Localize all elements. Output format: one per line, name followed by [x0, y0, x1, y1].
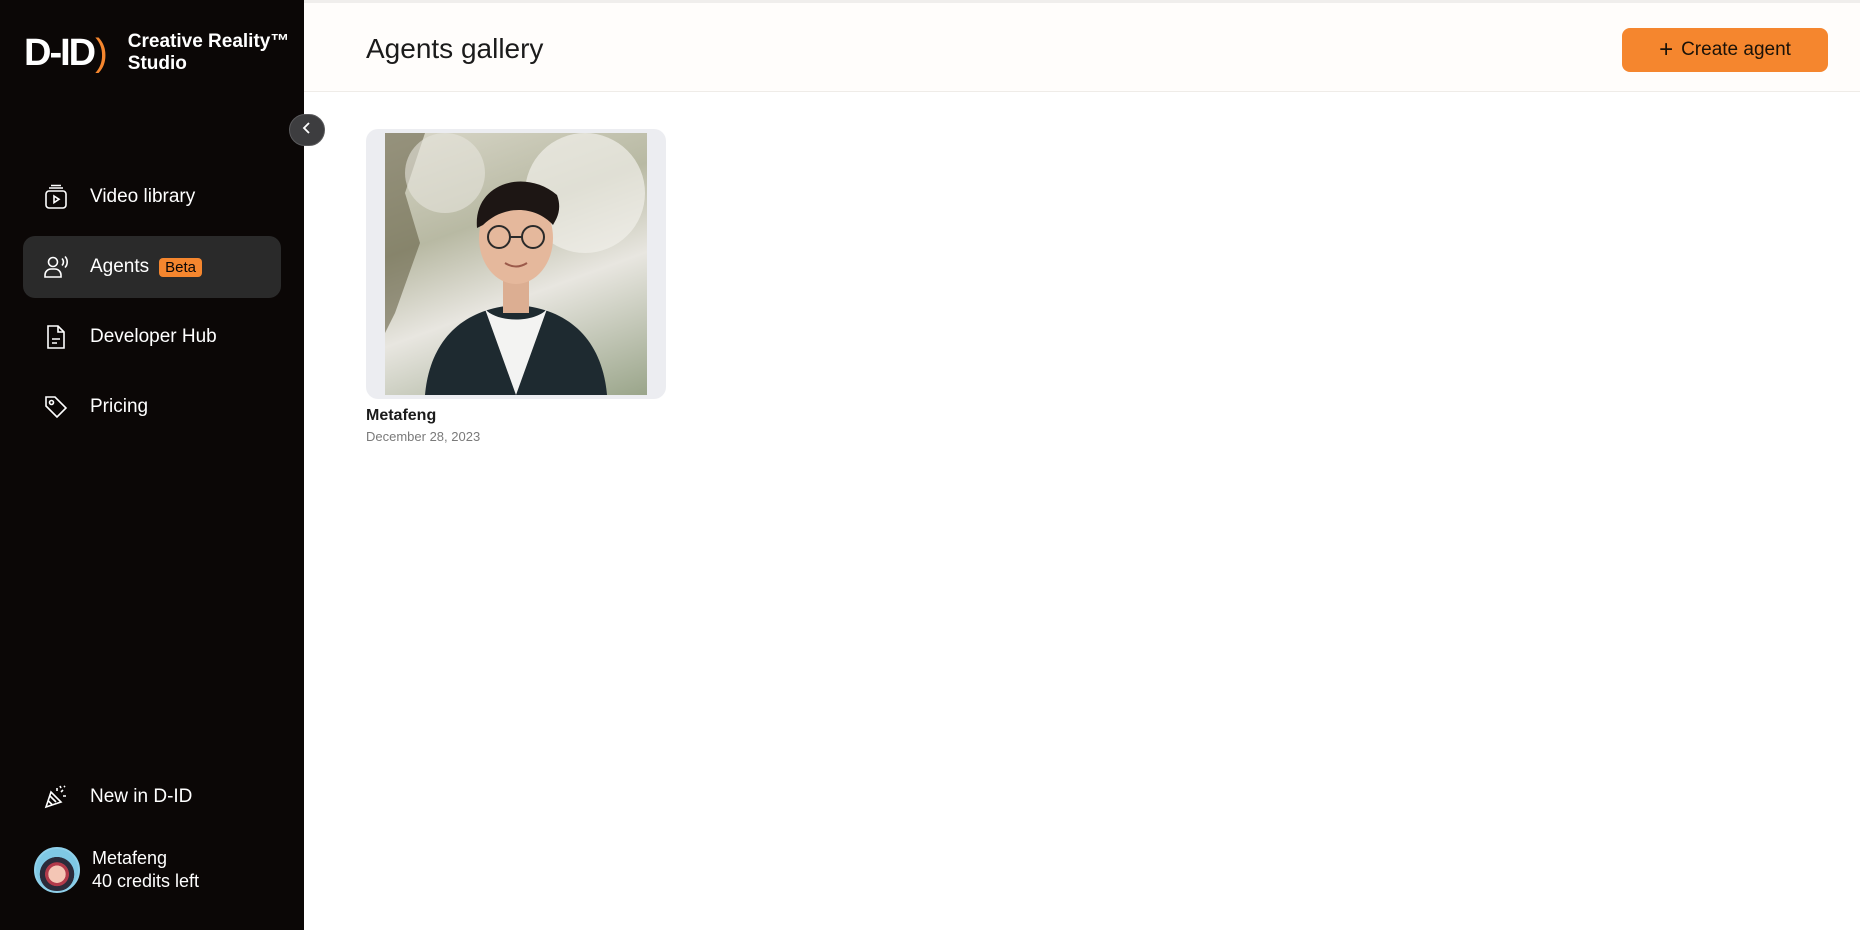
sidebar-item-pricing[interactable]: Pricing	[23, 376, 281, 438]
agent-thumbnail	[366, 129, 666, 399]
app-root: D-ID) Creative Reality™ Studio Video lib…	[0, 0, 1860, 930]
tag-icon	[43, 394, 69, 420]
party-popper-icon	[43, 784, 69, 810]
create-agent-label: Create agent	[1681, 39, 1791, 60]
create-agent-button[interactable]: + Create agent	[1622, 28, 1828, 72]
plus-icon: +	[1659, 36, 1674, 63]
profile-name: Metafeng	[92, 848, 168, 868]
brand-name-line2: Studio	[127, 53, 187, 74]
collapse-sidebar-button[interactable]	[289, 114, 325, 146]
brand[interactable]: D-ID) Creative Reality™ Studio	[24, 30, 289, 76]
profile-text: Metafeng 40 credits left	[92, 847, 199, 893]
agent-photo	[385, 133, 647, 395]
logo-text: D-ID	[24, 32, 96, 74]
credits-left: 40 credits left	[92, 871, 200, 891]
avatar	[34, 847, 80, 893]
chevron-left-icon	[301, 121, 313, 140]
bottom-item-label: New in D-ID	[90, 786, 193, 807]
document-icon	[43, 324, 69, 350]
agent-name: Metafeng	[366, 407, 437, 424]
beta-badge: Beta	[159, 257, 203, 277]
agent-card[interactable]: Metafeng December 28, 2023	[366, 129, 666, 444]
sidebar: D-ID) Creative Reality™ Studio Video lib…	[0, 0, 304, 930]
page-header: Agents gallery + Create agent	[304, 0, 1860, 92]
logo-face-mark: )	[95, 32, 108, 74]
sidebar-item-label: Agents	[90, 256, 150, 277]
d-id-logo: D-ID)	[24, 30, 108, 76]
sidebar-item-developer-hub[interactable]: Developer Hub	[23, 306, 281, 368]
sidebar-item-video-library[interactable]: Video library	[23, 166, 281, 228]
sidebar-item-label: Developer Hub	[90, 326, 217, 347]
agent-date: December 28, 2023	[366, 429, 481, 444]
sidebar-item-agents[interactable]: Agents Beta	[23, 236, 281, 298]
sidebar-nav: Video library Agents Beta Developer Hub …	[23, 166, 281, 446]
brand-name: Creative Reality™ Studio	[128, 31, 290, 75]
sidebar-item-new-in-d-id[interactable]: New in D-ID	[43, 784, 192, 810]
video-library-icon	[43, 184, 69, 210]
sidebar-item-label: Video library	[90, 186, 196, 207]
sidebar-item-label: Pricing	[90, 396, 149, 417]
page-title: Agents gallery	[366, 33, 544, 64]
user-profile[interactable]: Metafeng 40 credits left	[34, 847, 199, 893]
brand-name-line1: Creative Reality™	[127, 31, 290, 52]
main-content: Agents gallery + Create agent Metafeng D…	[304, 0, 1860, 930]
agents-icon	[43, 254, 69, 280]
